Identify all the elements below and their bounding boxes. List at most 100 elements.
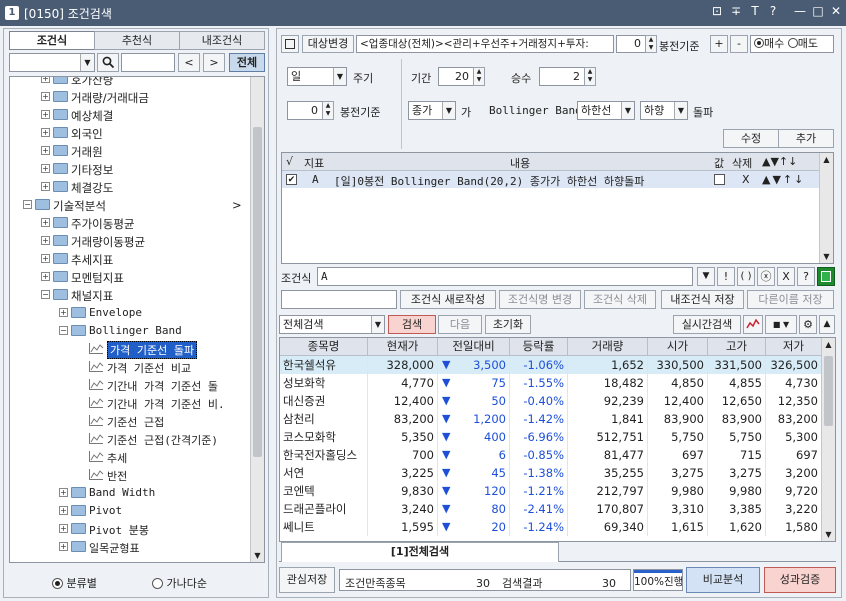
indicator-row[interactable]: ✔ A [일]0봉전 Bollinger Band(20,2) 종가가 하한선 …	[282, 171, 820, 188]
settings-gear-icon[interactable]: ⚙	[799, 315, 817, 334]
collapse-icon[interactable]: −	[23, 200, 32, 209]
collapse-icon[interactable]: −	[59, 326, 68, 335]
all-button[interactable]: 전체	[229, 53, 265, 72]
tree-item[interactable]: 가격 기준선 돌파	[10, 340, 250, 359]
table-row[interactable]: 성보화학 4,770 ▼ 75 -1.55% 18,482 4,850 4,855 4,730	[280, 374, 822, 392]
plus-button[interactable]: +	[710, 35, 728, 53]
expand-icon[interactable]: +	[59, 542, 68, 551]
indicator-value-check[interactable]	[714, 174, 725, 185]
performance-verify-button[interactable]: 성과검증	[764, 567, 836, 593]
expand-icon[interactable]	[281, 35, 299, 53]
tree-item[interactable]: 기간내 가격 기준선 돌	[10, 376, 250, 394]
table-row[interactable]: 코스모화학 5,350 ▼ 400 -6.96% 512,751 5,750 5,750 5,3…	[280, 428, 822, 446]
tree-item[interactable]: − Bollinger Band	[10, 322, 250, 340]
tree-item[interactable]: 기준선 근접	[10, 412, 250, 430]
minimize-icon[interactable]: —	[793, 4, 807, 18]
bong2-input[interactable]: 0	[287, 101, 323, 120]
tree-item[interactable]: + Pivot	[10, 502, 250, 520]
table-row[interactable]: 삼천리 83,200 ▼ 1,200 -1.42% 1,841 83,900 83,900 83…	[280, 410, 822, 428]
radio-by-category[interactable]: 분류별	[52, 575, 97, 591]
tree-item[interactable]: + 추세지표	[10, 250, 250, 268]
tree-item[interactable]: − 채널지표	[10, 286, 250, 304]
tree-item[interactable]: 반전	[10, 466, 250, 484]
results-col-header[interactable]: 고가	[708, 338, 766, 356]
formula-dropdown[interactable]: ▼	[697, 267, 715, 286]
expand-icon[interactable]: +	[41, 164, 50, 173]
table-row[interactable]: 대신증권 12,400 ▼ 50 -0.40% 92,239 12,400 12,650 12,…	[280, 392, 822, 410]
tree-item[interactable]: + 거래량/거래대금	[10, 88, 250, 106]
compare-analysis-button[interactable]: 비교분석	[686, 567, 760, 593]
expand-icon[interactable]: +	[59, 524, 68, 533]
results-col-header[interactable]: 저가	[766, 338, 822, 356]
add-button[interactable]: 추가	[778, 129, 834, 148]
next-result-button[interactable]: >	[203, 53, 225, 72]
results-col-header[interactable]: 전일대비	[438, 338, 510, 356]
pin-icon[interactable]: ∓	[729, 4, 743, 18]
direction-select[interactable]: 하향 ▼	[640, 101, 688, 120]
tab-recommended[interactable]: 추천식	[94, 31, 180, 50]
new-condition-button[interactable]: 조건식 새로작성	[400, 290, 496, 309]
condition-name-input[interactable]	[281, 290, 397, 309]
tree-item[interactable]: + 모멘텀지표	[10, 268, 250, 286]
save-as-button[interactable]: 다른이름 저장	[747, 290, 834, 309]
search-button[interactable]	[97, 53, 119, 72]
expand-icon[interactable]: +	[41, 110, 50, 119]
view-menu-button[interactable]: ■ ▼	[765, 315, 797, 334]
minus-button[interactable]: -	[730, 35, 748, 53]
expand-icon[interactable]: +	[59, 506, 68, 515]
close-icon[interactable]: ✕	[829, 4, 843, 18]
save-my-condition-button[interactable]: 내조건식 저장	[661, 290, 744, 309]
font-icon[interactable]: T	[748, 4, 762, 18]
reset-button[interactable]: 초기화	[485, 315, 531, 334]
formula-xor[interactable]: ⓧ	[757, 267, 775, 286]
indicator-scrollbar[interactable]: ▲ ▼	[819, 153, 833, 263]
tree-scrollbar[interactable]: ▼	[250, 77, 264, 562]
range-stepper[interactable]: ▲ ▼	[473, 67, 485, 86]
expand-icon[interactable]: +	[41, 236, 50, 245]
tree-item[interactable]: 추세	[10, 448, 250, 466]
indicator-move[interactable]: ▲▼↑↓	[762, 173, 805, 186]
realtime-search-button[interactable]: 실시간검색	[673, 315, 741, 334]
tree-item[interactable]: + 주가이동평균	[10, 214, 250, 232]
table-row[interactable]: 서연 3,225 ▼ 45 -1.38% 35,255 3,275 3,275 3,200	[280, 464, 822, 482]
expand-icon[interactable]: +	[59, 488, 68, 497]
radio-sell[interactable]	[787, 38, 798, 48]
prev-button[interactable]: <	[178, 53, 200, 72]
delete-condition-button[interactable]: 조건식 삭제	[584, 290, 656, 309]
formula-input[interactable]: A	[317, 267, 693, 286]
multiplier-stepper[interactable]: ▲ ▼	[584, 67, 596, 86]
table-row[interactable]: 코엔텍 9,830 ▼ 120 -1.21% 212,797 9,980 9,980 9,720	[280, 482, 822, 500]
formula-clear[interactable]: X	[777, 267, 795, 286]
table-row[interactable]: 쎄니트 1,595 ▼ 20 -1.24% 69,340 1,615 1,620 1,580	[280, 518, 822, 536]
formula-help[interactable]: ?	[797, 267, 815, 286]
expand-icon[interactable]: +	[41, 182, 50, 191]
expand-icon[interactable]: +	[41, 92, 50, 101]
table-row[interactable]: 드래곤플라이 3,240 ▼ 80 -2.41% 170,807 3,310 3,385 3,2…	[280, 500, 822, 518]
expand-icon[interactable]: +	[41, 146, 50, 155]
tree-item[interactable]: 가격 기준선 비교	[10, 358, 250, 376]
results-col-header[interactable]: 등락률	[510, 338, 568, 356]
tree-item[interactable]: + 거래원	[10, 142, 250, 160]
indicator-check[interactable]: ✔	[286, 174, 297, 185]
results-col-header[interactable]: 현재가	[368, 338, 438, 356]
period-unit-select[interactable]: 일 ▼	[287, 67, 347, 86]
results-col-header[interactable]: 거래량	[568, 338, 648, 356]
range-input[interactable]: 20	[438, 67, 474, 86]
radio-alphabetical[interactable]: 가나다순	[152, 575, 207, 591]
rename-condition-button[interactable]: 조건식명 변경	[499, 290, 581, 309]
help-icon[interactable]: ?	[766, 4, 780, 18]
radio-buy[interactable]	[754, 38, 764, 48]
next-button[interactable]: 다음	[438, 315, 482, 334]
results-col-header[interactable]: 종목명	[280, 338, 368, 356]
expand-icon[interactable]: +	[41, 272, 50, 281]
chart-icon[interactable]	[743, 315, 763, 334]
tree-item[interactable]: + Pivot 분봉	[10, 520, 250, 538]
tab-conditions[interactable]: 조건식	[9, 31, 95, 50]
table-row[interactable]: 한국쉘석유 328,000 ▼ 3,500 -1.06% 1,652 330,500 331,…	[280, 356, 822, 374]
tree-item[interactable]: + Envelope	[10, 304, 250, 322]
collapse-icon[interactable]: −	[41, 290, 50, 299]
formula-not[interactable]: !	[717, 267, 735, 286]
tree-item[interactable]: 기간내 가격 기준선 비.	[10, 394, 250, 412]
edit-button[interactable]: 수정	[723, 129, 779, 148]
screen-link-icon[interactable]: ⊡	[710, 4, 724, 18]
